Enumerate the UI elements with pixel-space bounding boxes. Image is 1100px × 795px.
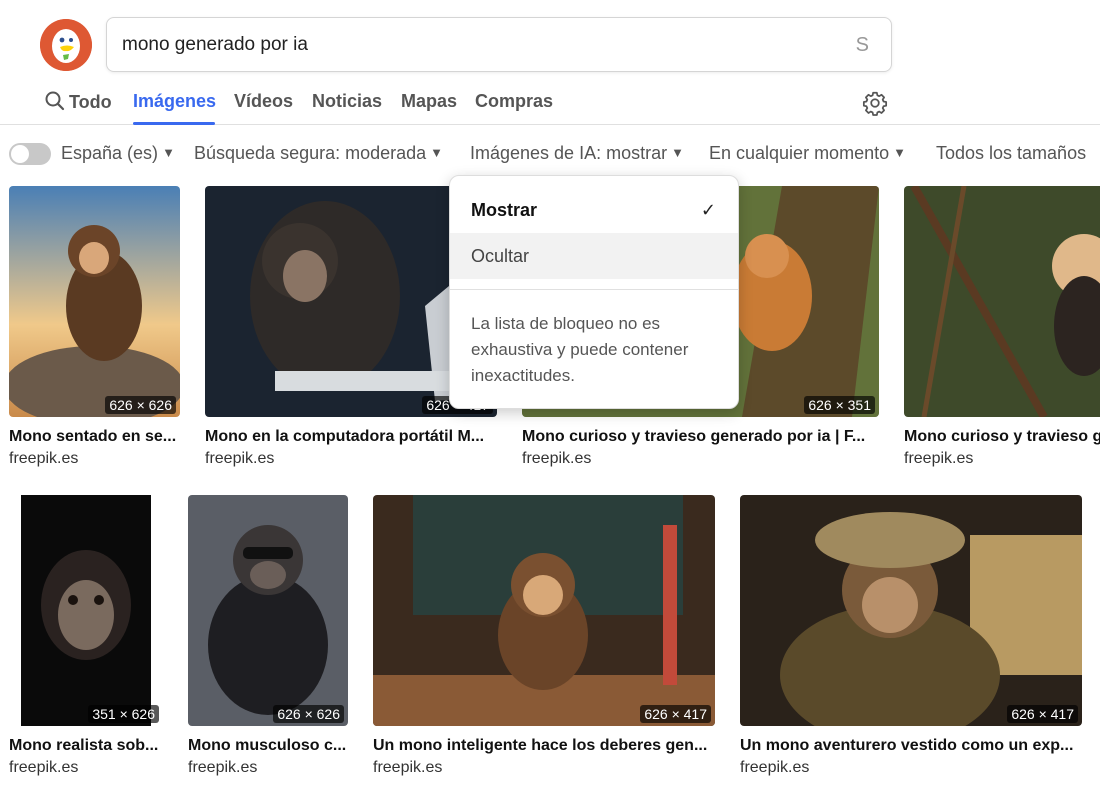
caret-down-icon: ▼ [893,145,906,160]
tab-all-label: Todo [69,92,112,112]
region-filter-label: España (es) [61,143,159,163]
clear-search-button[interactable]: S [856,34,869,57]
result-title[interactable]: Un mono inteligente hace los deberes gen… [373,737,718,755]
image-dimensions: 626 × 417 [1007,705,1078,723]
region-filter[interactable]: España (es) ▼ [61,143,175,164]
result-title[interactable]: Un mono aventurero vestido como un exp..… [740,737,1085,755]
dropdown-divider [450,289,738,290]
result-image[interactable] [904,186,1100,417]
caret-down-icon: ▼ [671,145,684,160]
result-source[interactable]: freepik.es [188,759,257,777]
safe-search-label: Búsqueda segura: moderada [194,143,427,163]
image-dimensions: 626 × 626 [273,705,344,723]
result-source[interactable]: freepik.es [9,450,78,468]
tab-all[interactable]: Todo [45,91,112,113]
result-source[interactable]: freepik.es [740,759,809,777]
result-title[interactable]: Mono realista sob... [9,737,167,755]
blocklist-note: La lista de bloqueo no es exhaustiva y p… [471,314,689,385]
muscular-monkey-image [188,495,348,726]
result-source[interactable]: freepik.es [9,759,78,777]
dropdown-option-show[interactable]: Mostrar ✓ [450,187,738,233]
result-source[interactable]: freepik.es [373,759,442,777]
region-toggle[interactable] [9,143,51,165]
search-query: mono generado por ia [122,34,308,55]
image-dimensions: 626 × 417 [640,705,711,723]
tab-images[interactable]: Imágenes [133,91,216,112]
ai-images-label: Imágenes de IA: mostrar [470,143,668,163]
result-image[interactable]: 351 × 626 [9,495,163,726]
monkey-sitting-image [9,186,180,417]
result-image[interactable]: 626 × 417 [373,495,715,726]
smart-monkey-homework-image [373,495,715,726]
image-dimensions: 351 × 626 [88,705,159,723]
ai-images-dropdown: Mostrar ✓ Ocultar La lista de bloqueo no… [449,175,739,409]
search-input[interactable]: mono generado por ia S [106,17,892,72]
check-icon: ✓ [700,200,716,220]
result-source[interactable]: freepik.es [205,450,274,468]
explorer-monkey-image [740,495,1082,726]
option-hide-label: Ocultar [471,246,530,266]
result-image[interactable]: 626 × 626 [188,495,348,726]
result-source[interactable]: freepik.es [904,450,973,468]
image-dimensions: 626 × 626 [105,396,176,414]
settings-button[interactable] [862,90,888,116]
ai-images-filter[interactable]: Imágenes de IA: mostrar ▼ [470,143,684,164]
filter-bar: España (es) ▼ Búsqueda segura: moderada ▼ … [0,138,1100,170]
tab-maps[interactable]: Mapas [401,91,457,112]
dropdown-option-hide[interactable]: Ocultar [450,233,738,279]
tab-shopping[interactable]: Compras [475,91,553,112]
realistic-monkey-image [9,495,163,726]
result-title[interactable]: Mono en la computadora portátil M... [205,428,497,446]
gear-icon [862,91,888,116]
duckduckgo-logo[interactable] [40,19,92,71]
result-image[interactable]: 626 × 626 [9,186,180,417]
image-dimensions: 626 × 351 [804,396,875,414]
result-source[interactable]: freepik.es [522,450,591,468]
caret-down-icon: ▼ [162,145,175,160]
result-image[interactable]: 626 × 417 [740,495,1082,726]
safe-search-filter[interactable]: Búsqueda segura: moderada ▼ [194,143,443,164]
active-tab-indicator [133,122,215,125]
result-title[interactable]: Mono musculoso c... [188,737,353,755]
curious-monkey-branch-image [904,186,1100,417]
result-title[interactable]: Mono curioso y travieso generado por ia … [522,428,882,446]
tab-videos[interactable]: Vídeos [234,91,293,112]
option-show-label: Mostrar [471,200,538,220]
caret-down-icon: ▼ [430,145,444,160]
size-filter[interactable]: Todos los tamaños [936,143,1086,164]
search-icon [45,91,65,111]
time-filter-label: En cualquier momento [709,143,890,163]
time-filter[interactable]: En cualquier momento ▼ [709,143,906,164]
size-filter-label: Todos los tamaños [936,143,1087,163]
search-tabs: Todo Imágenes Vídeos Noticias Mapas Comp… [0,80,1100,125]
toggle-knob [11,145,29,163]
result-title[interactable]: Mono curioso y travieso g [904,428,1100,446]
result-title[interactable]: Mono sentado en se... [9,428,184,446]
tab-news[interactable]: Noticias [312,91,382,112]
